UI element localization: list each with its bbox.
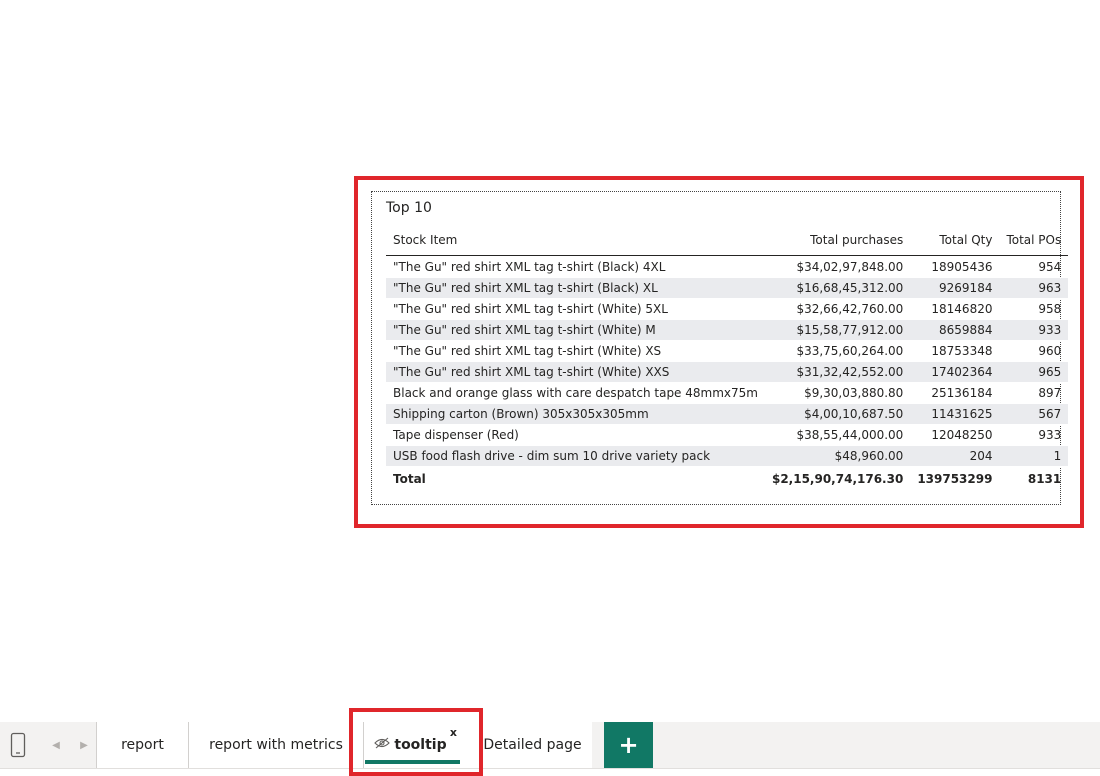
page-tab-bar: ◀ ▶ report report with metrics tooltip x… (0, 722, 1100, 769)
eye-hidden-icon (374, 737, 391, 753)
cell-total-pos: 933 (999, 424, 1069, 446)
cell-total-qty: 18905436 (910, 255, 1000, 278)
cell-stock-item: Tape dispenser (Red) (386, 424, 765, 446)
tab-label: tooltip (394, 737, 447, 753)
cell-total-purchases: $15,58,77,912.00 (764, 319, 911, 341)
cell-total-qty: 12048250 (910, 424, 1000, 446)
cell-total-purchases: $31,32,42,552.00 (764, 361, 911, 383)
cell-total-qty: 11431625 (910, 403, 1000, 425)
table-header-row: Stock Item Total purchases Total Qty Tot… (386, 224, 1069, 256)
table-row: Tape dispenser (Red) $38,55,44,000.00 12… (386, 424, 1069, 446)
cell-total-pos: 958 (999, 298, 1069, 320)
tab-label: report with metrics (209, 737, 343, 753)
cell-total-purchases: $38,55,44,000.00 (764, 424, 911, 446)
cell-stock-item: "The Gu" red shirt XML tag t-shirt (Whit… (386, 319, 765, 341)
cell-stock-item: "The Gu" red shirt XML tag t-shirt (Whit… (386, 340, 765, 362)
cell-stock-item: Black and orange glass with care despatc… (386, 382, 765, 404)
table-row: Black and orange glass with care despatc… (386, 382, 1069, 404)
cell-total-pos: 960 (999, 340, 1069, 362)
tab-tooltip[interactable]: tooltip x (363, 722, 473, 768)
table-row: "The Gu" red shirt XML tag t-shirt (Blac… (386, 255, 1069, 278)
cell-stock-item: Shipping carton (Brown) 305x305x305mm (386, 403, 765, 425)
total-label: Total (386, 466, 765, 490)
total-pos: 8131 (999, 466, 1069, 490)
col-header-total-qty[interactable]: Total Qty (910, 224, 1000, 256)
tab-report-with-metrics[interactable]: report with metrics (188, 722, 363, 768)
cell-total-qty: 9269184 (910, 277, 1000, 299)
col-header-total-purchases[interactable]: Total purchases (764, 224, 911, 256)
cell-total-qty: 204 (910, 445, 1000, 467)
cell-total-qty: 18146820 (910, 298, 1000, 320)
cell-total-pos: 567 (999, 403, 1069, 425)
chevron-right-icon[interactable]: ▶ (76, 722, 92, 768)
cell-total-qty: 17402364 (910, 361, 1000, 383)
col-header-total-pos[interactable]: Total POs (999, 224, 1069, 256)
cell-total-pos: 933 (999, 319, 1069, 341)
cell-total-pos: 965 (999, 361, 1069, 383)
table-row: "The Gu" red shirt XML tag t-shirt (Whit… (386, 319, 1069, 341)
cell-total-pos: 954 (999, 255, 1069, 278)
tab-label: report (121, 737, 164, 753)
cell-total-purchases: $48,960.00 (764, 445, 911, 467)
visual-title: Top 10 (386, 200, 432, 216)
table-row: USB food flash drive - dim sum 10 drive … (386, 445, 1069, 467)
cell-total-qty: 8659884 (910, 319, 1000, 341)
cell-stock-item: "The Gu" red shirt XML tag t-shirt (Whit… (386, 298, 765, 320)
cell-total-purchases: $4,00,10,687.50 (764, 403, 911, 425)
cell-total-purchases: $16,68,45,312.00 (764, 277, 911, 299)
tab-detailed-page[interactable]: Detailed page (473, 722, 592, 768)
tab-label: Detailed page (483, 737, 582, 753)
total-qty: 139753299 (910, 466, 1000, 490)
table-row: "The Gu" red shirt XML tag t-shirt (Whit… (386, 361, 1069, 383)
cell-stock-item: "The Gu" red shirt XML tag t-shirt (Whit… (386, 361, 765, 383)
table-total-row: Total $2,15,90,74,176.30 139753299 8131 (386, 466, 1069, 490)
cell-total-purchases: $32,66,42,760.00 (764, 298, 911, 320)
cell-total-purchases: $33,75,60,264.00 (764, 340, 911, 362)
cell-stock-item: "The Gu" red shirt XML tag t-shirt (Blac… (386, 277, 765, 299)
table-visual[interactable]: Top 10 Stock Item Total purchases Total … (371, 191, 1069, 505)
table-row: "The Gu" red shirt XML tag t-shirt (Whit… (386, 340, 1069, 362)
active-tab-indicator (365, 760, 460, 764)
mobile-layout-icon[interactable] (0, 722, 36, 768)
cell-total-qty: 18753348 (910, 340, 1000, 362)
cell-stock-item: USB food flash drive - dim sum 10 drive … (386, 445, 765, 467)
table-row: "The Gu" red shirt XML tag t-shirt (Whit… (386, 298, 1069, 320)
cell-stock-item: "The Gu" red shirt XML tag t-shirt (Blac… (386, 255, 765, 278)
table-row: Shipping carton (Brown) 305x305x305mm $4… (386, 403, 1069, 425)
cell-total-purchases: $9,30,03,880.80 (764, 382, 911, 404)
top10-table: Stock Item Total purchases Total Qty Tot… (386, 224, 1069, 490)
chevron-left-icon[interactable]: ◀ (48, 722, 64, 768)
col-header-stock-item[interactable]: Stock Item (386, 224, 765, 256)
cell-total-pos: 897 (999, 382, 1069, 404)
cell-total-pos: 1 (999, 445, 1069, 467)
table-row: "The Gu" red shirt XML tag t-shirt (Blac… (386, 277, 1069, 299)
cell-total-purchases: $34,02,97,848.00 (764, 255, 911, 278)
cell-total-pos: 963 (999, 277, 1069, 299)
add-page-button[interactable]: + (604, 722, 653, 768)
tab-report[interactable]: report (96, 722, 188, 768)
cell-total-qty: 25136184 (910, 382, 1000, 404)
total-purchases: $2,15,90,74,176.30 (764, 466, 911, 490)
close-icon[interactable]: x (450, 726, 457, 739)
